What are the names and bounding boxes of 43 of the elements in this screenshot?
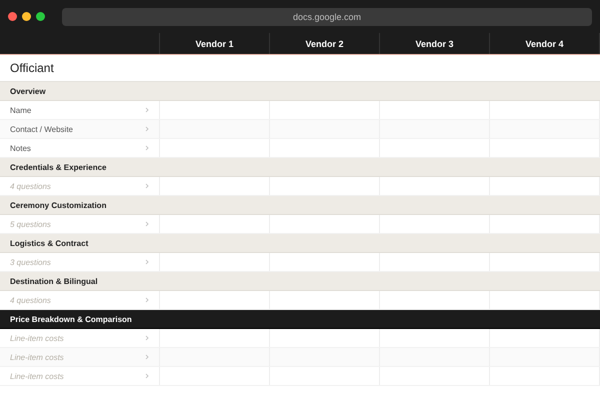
chevron-right-icon bbox=[145, 183, 149, 189]
row-label-cell[interactable]: Line-item costs bbox=[0, 329, 160, 347]
column-header: Vendor 4 bbox=[490, 33, 600, 54]
row-label-cell[interactable]: 5 questions bbox=[0, 215, 160, 233]
section-title: Ceremony Customization bbox=[10, 200, 106, 210]
section-title: Destination & Bilingual bbox=[10, 276, 98, 286]
section-title: Logistics & Contract bbox=[10, 238, 88, 248]
row-label-cell[interactable]: 4 questions bbox=[0, 177, 160, 195]
question-count: 4 questions bbox=[10, 296, 51, 304]
minimize-dot-icon[interactable] bbox=[22, 12, 31, 21]
row-label-cell[interactable]: 3 questions bbox=[0, 253, 160, 271]
chevron-right-icon bbox=[145, 221, 149, 227]
column-header: Vendor 1 bbox=[160, 33, 270, 54]
chevron-right-icon bbox=[145, 126, 149, 132]
row-label-cell[interactable]: 4 questions bbox=[0, 291, 160, 309]
section-title: Overview bbox=[10, 86, 46, 96]
row-label: Contact / Website bbox=[10, 124, 73, 134]
column-header: Vendor 2 bbox=[270, 33, 380, 54]
question-count: Line-item costs bbox=[10, 372, 64, 380]
chevron-right-icon bbox=[145, 297, 149, 303]
row-label-cell[interactable]: Line-item costs bbox=[0, 367, 160, 385]
question-count: 3 questions bbox=[10, 258, 51, 266]
question-count: Line-item costs bbox=[10, 352, 64, 362]
table-title: Officiant bbox=[10, 61, 54, 75]
row-label: Name bbox=[10, 106, 32, 114]
address-bar[interactable]: docs.google.com bbox=[62, 8, 592, 26]
row-label-cell[interactable]: Notes bbox=[0, 139, 160, 157]
chevron-right-icon bbox=[145, 145, 149, 151]
row-label-cell[interactable]: Name bbox=[0, 101, 160, 119]
row-label: Notes bbox=[10, 144, 31, 152]
chevron-right-icon bbox=[145, 107, 149, 113]
chevron-right-icon bbox=[145, 259, 149, 265]
close-dot-icon[interactable] bbox=[8, 12, 17, 21]
question-count: 5 questions bbox=[10, 220, 51, 228]
column-header: Vendor 3 bbox=[380, 33, 490, 54]
section-title: Credentials & Experience bbox=[10, 162, 106, 172]
section-title: Price Breakdown & Comparison bbox=[10, 314, 132, 324]
chevron-right-icon bbox=[145, 335, 149, 341]
chevron-right-icon bbox=[145, 373, 149, 379]
maximize-dot-icon[interactable] bbox=[36, 12, 45, 21]
chevron-right-icon bbox=[145, 354, 149, 360]
question-count: 4 questions bbox=[10, 182, 51, 190]
question-count: Line-item costs bbox=[10, 334, 64, 342]
